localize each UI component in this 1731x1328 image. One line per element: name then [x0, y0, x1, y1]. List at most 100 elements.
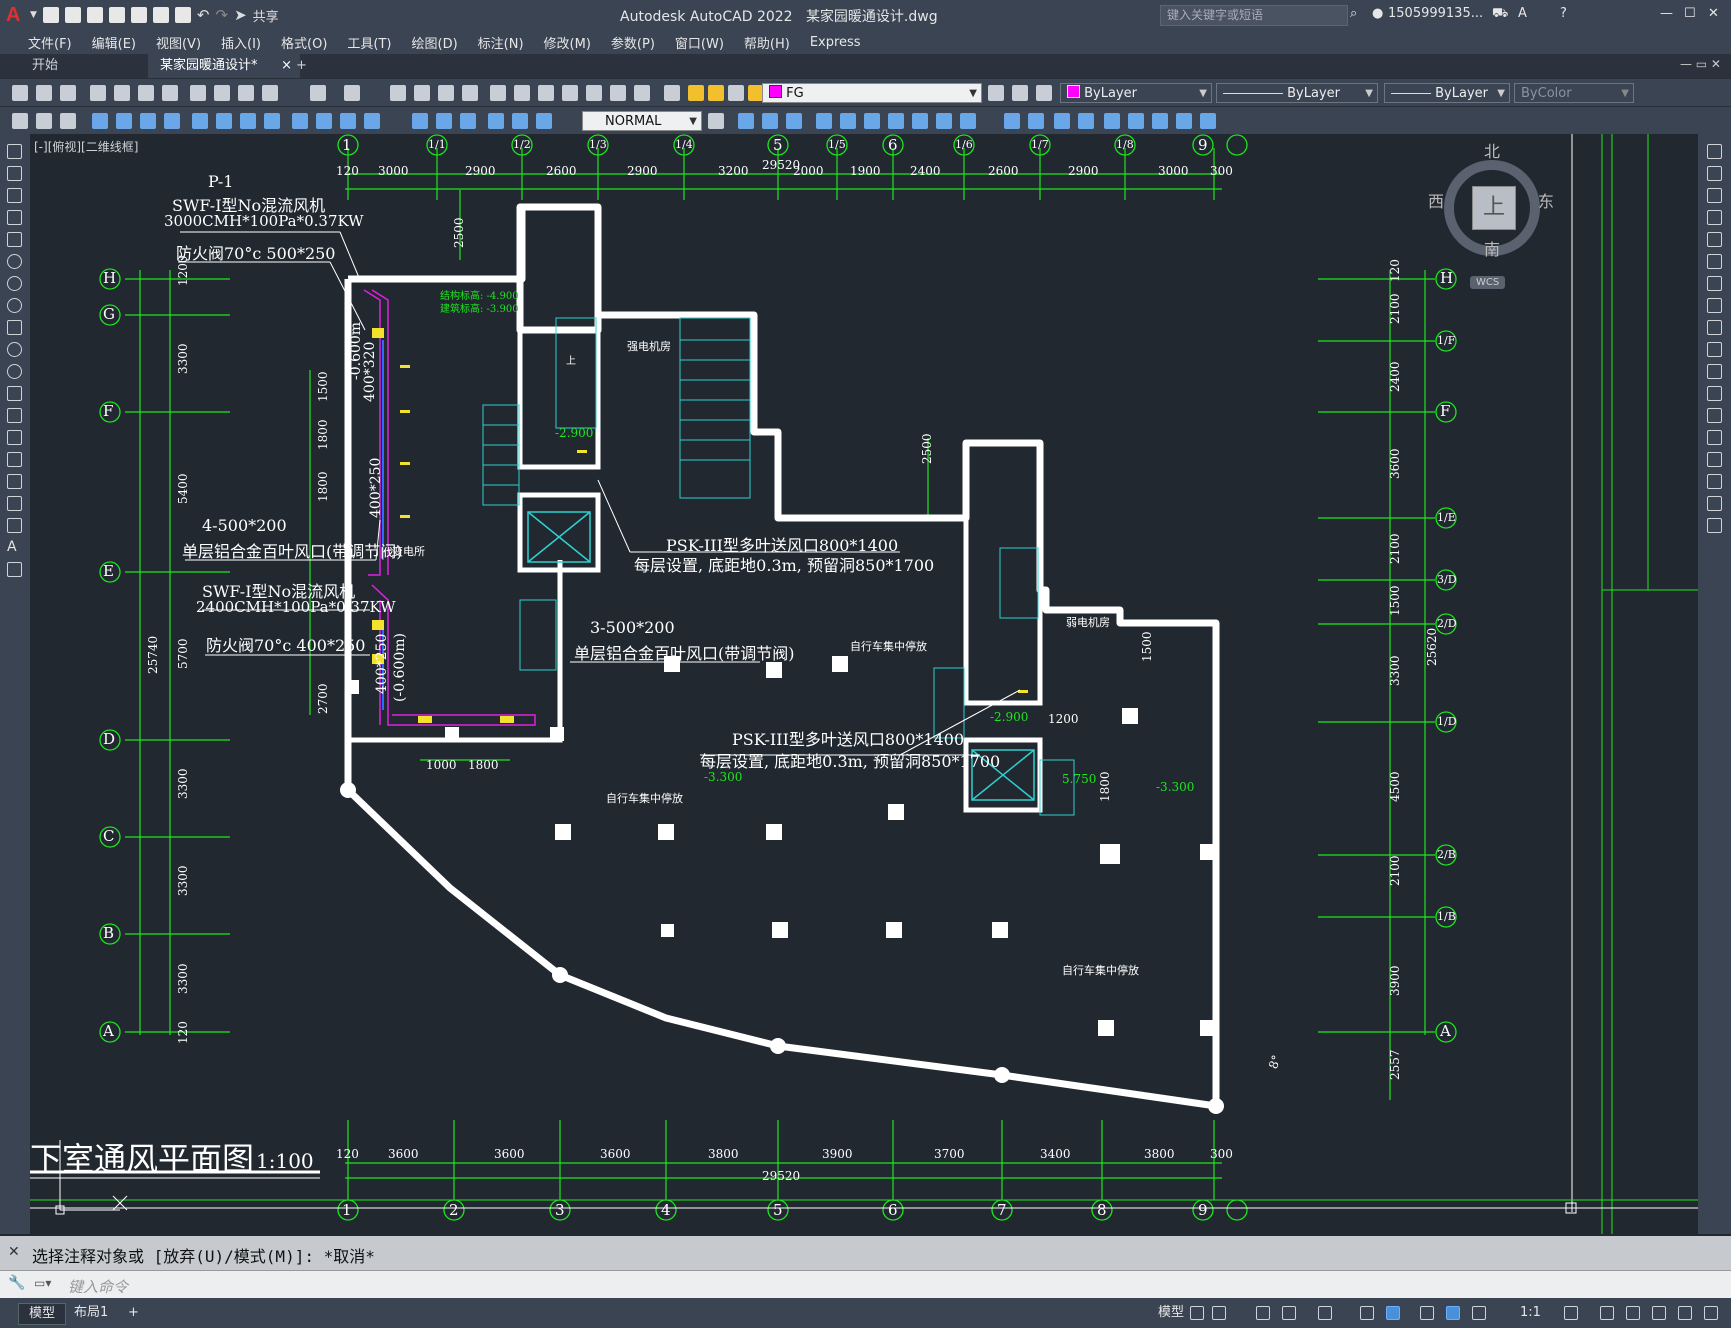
publish-icon[interactable] — [138, 85, 154, 101]
array-icon[interactable] — [816, 113, 832, 129]
layer-states-icon[interactable] — [1036, 85, 1052, 101]
break-at-point-icon[interactable] — [1707, 386, 1722, 401]
break-icon[interactable] — [1004, 113, 1020, 129]
model-space-button[interactable]: 模型 — [1148, 1303, 1194, 1323]
fillet-icon[interactable] — [1078, 113, 1094, 129]
region-icon[interactable] — [7, 496, 22, 511]
spline-icon[interactable] — [7, 320, 22, 335]
customize-icon[interactable] — [1704, 1306, 1718, 1320]
save-icon[interactable] — [60, 85, 76, 101]
ellipse-arc-icon[interactable] — [7, 364, 22, 379]
rotate-icon[interactable] — [864, 113, 880, 129]
cart-icon[interactable]: ⛟ — [1492, 6, 1508, 23]
ortho-icon[interactable] — [1256, 1306, 1270, 1320]
close-icon[interactable]: ✕ — [8, 1244, 20, 1260]
explode-icon[interactable] — [1128, 113, 1144, 129]
dim-edit-icon[interactable] — [488, 113, 504, 129]
help-icon[interactable] — [634, 85, 650, 101]
minimize-icon[interactable]: — — [1660, 6, 1673, 21]
add-layout-button[interactable]: + — [118, 1303, 149, 1323]
trim-icon[interactable] — [936, 113, 952, 129]
leader-icon[interactable] — [12, 113, 28, 129]
compass-south[interactable]: 南 — [1484, 236, 1500, 260]
tab-active-drawing[interactable]: 某家园暖通设计* × — [148, 54, 300, 78]
wcs-menu[interactable]: WCS — [1470, 276, 1506, 289]
make-block-icon[interactable] — [7, 408, 22, 423]
design-center-icon[interactable] — [514, 85, 530, 101]
scale-icon[interactable] — [888, 113, 904, 129]
menu-express[interactable]: Express — [800, 35, 871, 50]
join-icon[interactable] — [1707, 430, 1722, 445]
revision-cloud-icon[interactable] — [7, 298, 22, 313]
group-icon[interactable] — [1176, 113, 1192, 129]
search-input[interactable]: 键入关键字或短语 — [1160, 5, 1348, 26]
undo-icon[interactable]: ↶ — [197, 6, 210, 24]
stretch-icon[interactable] — [1707, 320, 1722, 335]
inspection-icon[interactable] — [460, 113, 476, 129]
maximize-icon[interactable]: ☐ — [1684, 6, 1696, 21]
snap-icon[interactable] — [1212, 1306, 1226, 1320]
make-current-icon[interactable] — [988, 85, 1004, 101]
command-input[interactable]: 键入命令 — [68, 1276, 128, 1297]
command-prompt-icon[interactable]: ▭▾ — [34, 1276, 51, 1290]
insert-block-icon[interactable] — [7, 386, 22, 401]
lineweight-dropdown[interactable]: ByLayer ▼ — [1384, 83, 1510, 103]
rectangle-icon[interactable] — [7, 232, 22, 247]
dim-style-icon[interactable] — [708, 113, 724, 129]
save-web-icon[interactable] — [152, 7, 169, 23]
dim-radius-icon[interactable] — [192, 113, 208, 129]
fillet-icon[interactable] — [1707, 474, 1722, 489]
redo-icon[interactable] — [344, 85, 360, 101]
menu-dimension[interactable]: 标注(N) — [468, 33, 534, 52]
new-file-icon[interactable] — [42, 7, 59, 23]
multiline-text-icon[interactable]: A — [7, 540, 22, 555]
chamfer-icon[interactable] — [1707, 452, 1722, 467]
object-snap-tracking-icon[interactable] — [1360, 1306, 1374, 1320]
move-icon[interactable] — [1707, 254, 1722, 269]
layer-on-icon[interactable] — [688, 85, 704, 101]
ungroup-icon[interactable] — [1200, 113, 1216, 129]
stretch-icon[interactable] — [912, 113, 928, 129]
dim-aligned-icon[interactable] — [116, 113, 132, 129]
scale-icon[interactable] — [1707, 298, 1722, 313]
open-icon[interactable] — [36, 85, 52, 101]
share-button[interactable]: 共享 — [253, 6, 279, 25]
construction-line-icon[interactable] — [7, 166, 22, 181]
hatch-icon[interactable] — [7, 452, 22, 467]
dim-linear-icon[interactable] — [92, 113, 108, 129]
explode-icon[interactable] — [1707, 518, 1722, 533]
autodesk-app-icon[interactable]: A — [1518, 6, 1527, 21]
trim-icon[interactable] — [1707, 342, 1722, 357]
sheet-set-icon[interactable] — [562, 85, 578, 101]
hardware-acceleration-icon[interactable] — [1652, 1306, 1666, 1320]
menu-format[interactable]: 格式(O) — [271, 33, 337, 52]
workspace-gear-icon[interactable] — [1564, 1306, 1578, 1320]
menu-edit[interactable]: 编辑(E) — [82, 33, 146, 52]
match-properties-icon[interactable] — [262, 85, 278, 101]
mirror-icon[interactable] — [762, 113, 778, 129]
table-icon[interactable] — [7, 518, 22, 533]
menu-insert[interactable]: 插入(I) — [211, 33, 271, 52]
save-icon[interactable] — [86, 7, 103, 23]
polar-icon[interactable] — [1282, 1306, 1296, 1320]
compass-east[interactable]: 东 — [1538, 188, 1554, 212]
user-icon[interactable]: ● — [1372, 6, 1383, 21]
dimstyle-dropdown[interactable]: NORMAL ▼ — [582, 111, 702, 131]
command-line[interactable]: 🔧 ▭▾ 键入命令 — [0, 1270, 1731, 1298]
preview-icon[interactable] — [114, 85, 130, 101]
save-as-icon[interactable] — [108, 7, 125, 23]
menu-window[interactable]: 窗口(W) — [665, 33, 734, 52]
compass-west[interactable]: 西 — [1428, 188, 1444, 212]
circle-icon[interactable] — [7, 276, 22, 291]
clean-screen-icon[interactable] — [1678, 1306, 1692, 1320]
layer-previous-icon[interactable] — [1012, 85, 1028, 101]
copy-obj-icon[interactable] — [738, 113, 754, 129]
menu-parametric[interactable]: 参数(P) — [601, 33, 665, 52]
dim-diameter-icon[interactable] — [240, 113, 256, 129]
join-icon[interactable] — [1028, 113, 1044, 129]
polygon-icon[interactable] — [7, 210, 22, 225]
extend-icon[interactable] — [960, 113, 976, 129]
erase-icon[interactable] — [1707, 144, 1722, 159]
linetype-dropdown[interactable]: ByLayer ▼ — [1216, 83, 1378, 103]
layer-thaw-icon[interactable] — [708, 85, 724, 101]
